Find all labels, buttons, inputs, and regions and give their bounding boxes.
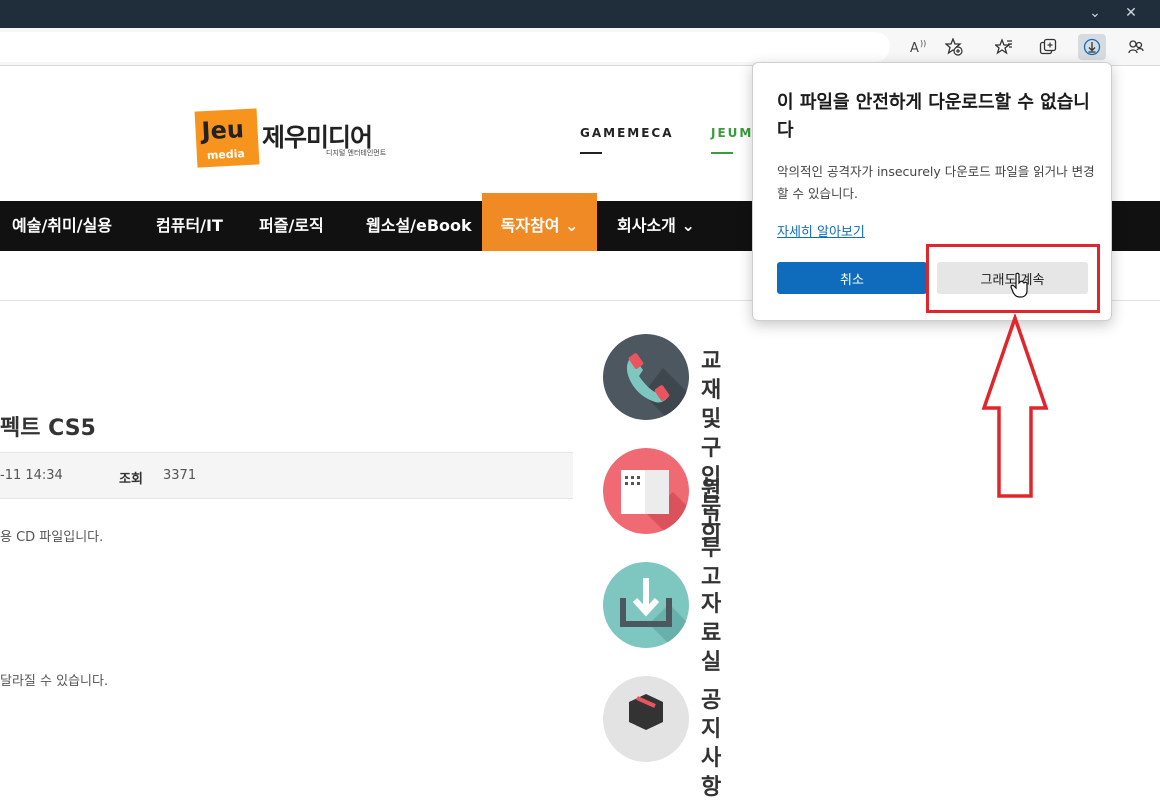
close-icon[interactable]: ✕: [1118, 2, 1144, 24]
flyout-title: 이 파일을 안전하게 다운로드할 수 없습니다: [777, 92, 1090, 141]
address-field[interactable]: [0, 32, 890, 62]
logo-mark: Jeu: [200, 115, 245, 146]
download-tray-icon: [603, 562, 689, 648]
nav-item-label: 회사소개: [617, 216, 676, 235]
chevron-down-icon: ⌄: [559, 216, 579, 235]
views-count: 3371: [163, 468, 197, 483]
quick-link-label: 공지사항: [701, 688, 722, 800]
nav-item-puzzle[interactable]: 퍼즐/로직: [259, 201, 324, 251]
svg-text:A: A: [910, 41, 919, 56]
nav-item-label: 독자참여: [500, 216, 560, 235]
notice-box-icon: [603, 676, 689, 762]
partner-underline: [711, 152, 733, 154]
partner-underline: [580, 152, 602, 154]
read-aloud-icon[interactable]: A)): [904, 34, 932, 60]
nav-item-reader[interactable]: 독자참여 ⌄: [482, 193, 597, 251]
post-body-line: 용 CD 파일입니다.: [0, 530, 104, 545]
browser-toolbar: A)): [0, 28, 1160, 66]
tab-strip: ⌄ ✕: [0, 0, 1160, 28]
logo-mark-sub: media: [206, 147, 246, 163]
document-icon: [603, 448, 689, 534]
svg-text:)): )): [920, 39, 926, 48]
nav-item-company[interactable]: 회사소개 ⌄: [617, 201, 695, 251]
phone-icon: [603, 334, 689, 420]
views-label: 조회: [119, 472, 143, 487]
chevron-down-icon[interactable]: ⌄: [1082, 2, 1108, 24]
cancel-button[interactable]: 취소: [777, 262, 927, 294]
post-meta: -11 14:34 조회 3371: [0, 452, 573, 499]
nav-item-webnovel[interactable]: 웹소설/eBook: [366, 201, 472, 251]
extensions-icon[interactable]: [1122, 34, 1150, 60]
post-title: 펙트 CS5: [0, 416, 96, 441]
favorites-icon[interactable]: [990, 34, 1018, 60]
flyout-description: 악의적인 공격자가 insecurely 다운로드 파일을 읽거나 변경할 수 …: [777, 164, 1095, 201]
collections-icon[interactable]: [1034, 34, 1062, 60]
partner-link-gamemeca[interactable]: GAMEMECA: [580, 126, 674, 140]
chevron-down-icon: ⌄: [675, 216, 695, 235]
logo-tagline: 디지털 엔터테인먼트: [326, 149, 387, 157]
quick-link-label: 원고투고: [701, 478, 722, 590]
quick-link-label: 자료실: [701, 592, 722, 675]
site-logo[interactable]: Jeu media: [194, 108, 260, 168]
hand-cursor-icon: [1010, 272, 1028, 298]
downloads-icon[interactable]: [1078, 34, 1106, 60]
learn-more-link[interactable]: 자세히 알아보기: [777, 221, 865, 240]
add-favorite-icon[interactable]: [940, 34, 968, 60]
up-arrow-annotation: [981, 314, 1049, 498]
post-date: -11 14:34: [0, 468, 63, 483]
nav-item-art[interactable]: 예술/취미/실용: [12, 201, 112, 251]
nav-item-computer[interactable]: 컴퓨터/IT: [156, 201, 223, 251]
post-body-line: 달라질 수 있습니다.: [0, 674, 109, 689]
